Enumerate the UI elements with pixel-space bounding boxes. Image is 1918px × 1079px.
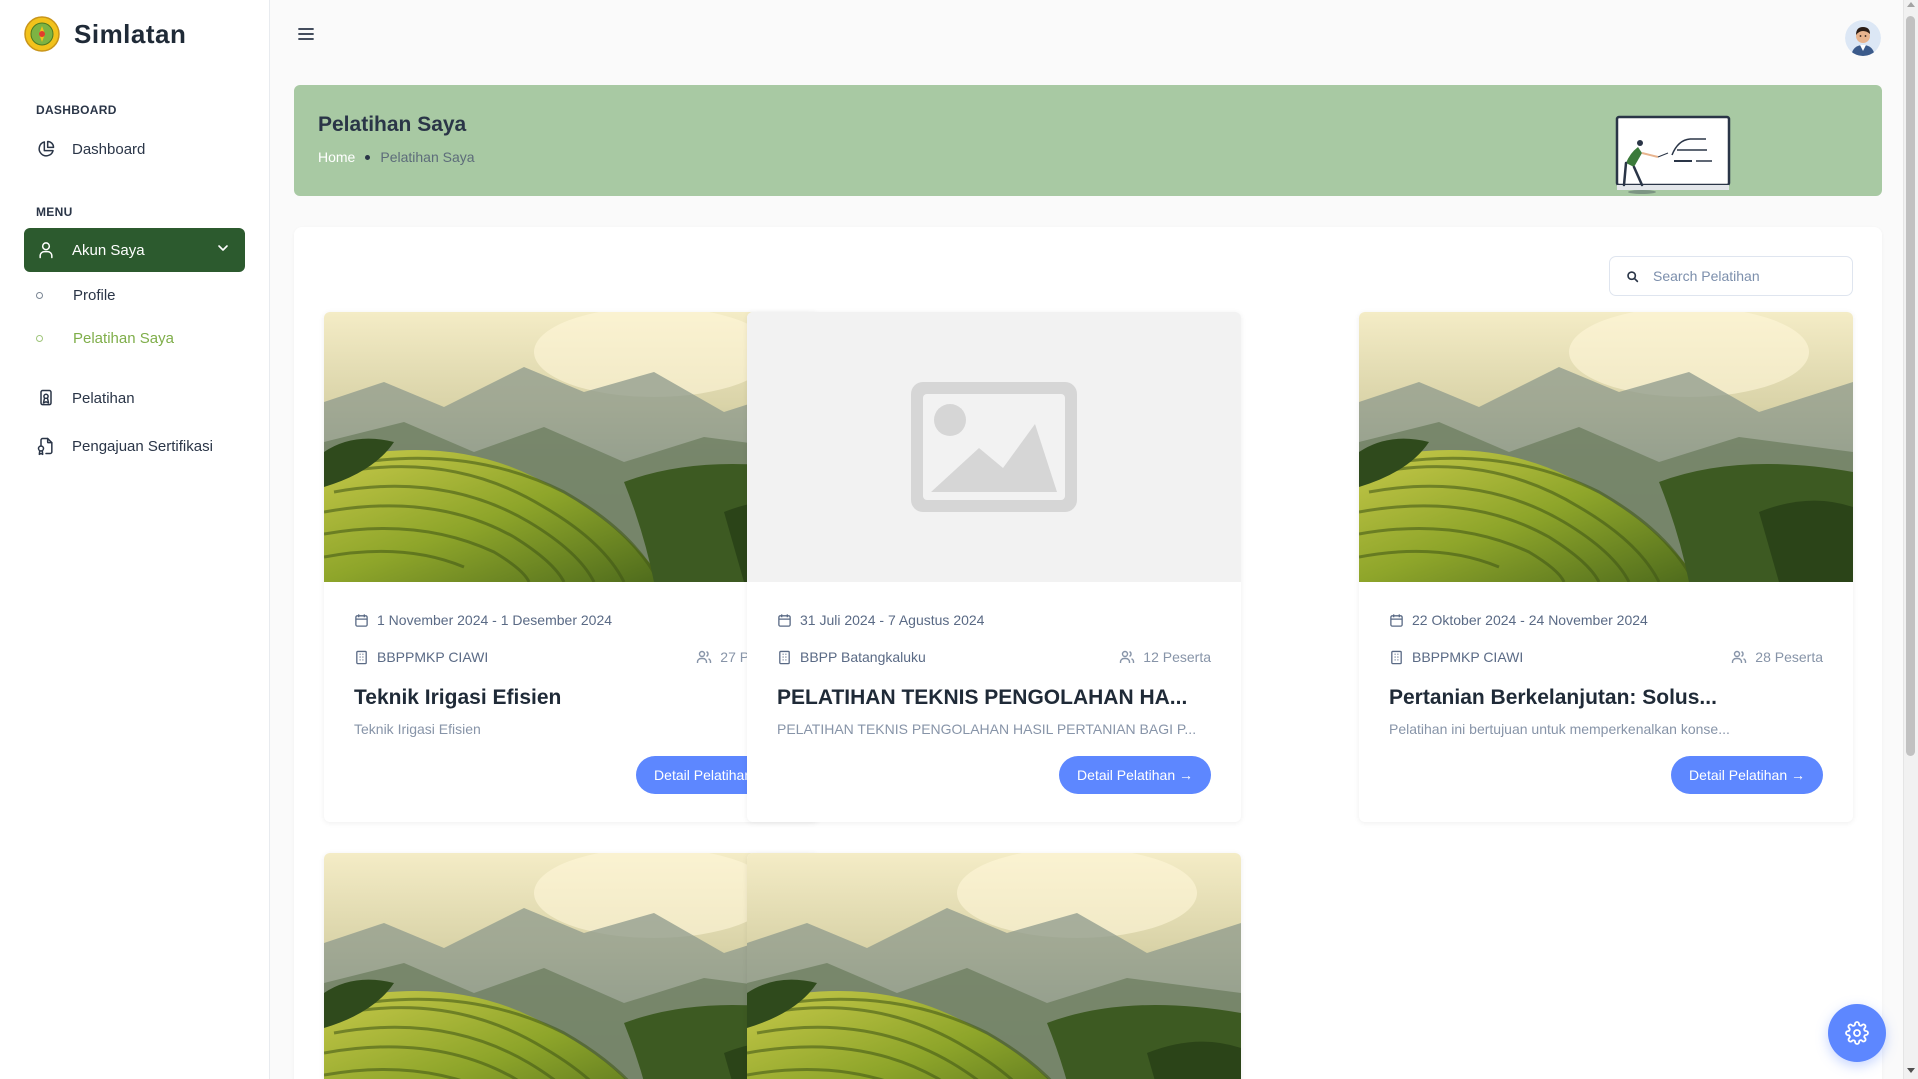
sidebar-subitem-label: Pelatihan Saya: [73, 330, 174, 347]
training-institution: BBPP Batangkaluku: [777, 649, 926, 665]
training-participants: 28 Peserta: [1731, 649, 1823, 665]
bullet-icon: [36, 292, 43, 299]
dashboard-caption: DASHBOARD: [36, 103, 117, 117]
pie-chart-icon: [38, 140, 55, 157]
breadcrumb-home-link[interactable]: Home: [318, 149, 355, 165]
settings-fab[interactable]: [1828, 1004, 1886, 1062]
gear-icon: [1845, 1021, 1869, 1045]
training-date-text: 22 Oktober 2024 - 24 November 2024: [1412, 612, 1648, 628]
training-date: 31 Juli 2024 - 7 Agustus 2024: [777, 612, 984, 628]
logo-icon: [24, 16, 60, 52]
training-description: Pelatihan ini bertujuan untuk memperkena…: [1389, 721, 1730, 737]
breadcrumb-current: Pelatihan Saya: [380, 149, 475, 165]
users-icon: [1732, 650, 1747, 663]
sidebar-item-pelatihan[interactable]: Pelatihan: [24, 376, 245, 420]
building-icon: [1391, 650, 1402, 664]
training-image: [747, 853, 1241, 1079]
brand[interactable]: Simlatan: [24, 16, 186, 52]
search-input[interactable]: [1653, 268, 1833, 284]
building-icon: [779, 650, 790, 664]
user-icon: [39, 242, 53, 259]
sidebar-subitem-profile[interactable]: Profile: [36, 287, 116, 304]
users-icon: [697, 650, 712, 663]
training-image: [1359, 312, 1853, 582]
training-title: Pertanian Berkelanjutan: Solus...: [1389, 686, 1717, 709]
breadcrumb: Home Pelatihan Saya: [318, 149, 475, 165]
training-list-card: 1 November 2024 - 1 Desember 2024 BBPPMK…: [294, 227, 1882, 1079]
training-institution-text: BBPP Batangkaluku: [800, 649, 926, 665]
training-institution-text: BBPPMKP CIAWI: [377, 649, 489, 665]
training-description: Teknik Irigasi Efisien: [354, 721, 481, 737]
sidebar-subitem-pelatihan-saya[interactable]: Pelatihan Saya: [36, 330, 174, 347]
calendar-icon: [778, 613, 791, 627]
file-certificate-icon: [37, 437, 53, 456]
sidebar-item-dashboard[interactable]: Dashboard: [24, 127, 245, 171]
calendar-icon: [1390, 613, 1403, 627]
scroll-up-arrow-icon[interactable]: [1907, 2, 1915, 7]
training-title: Teknik Irigasi Efisien: [354, 686, 562, 709]
training-card: 1 November 2024 - 1 Desember 2024 BBPPMK…: [324, 312, 818, 822]
participants-count: 12 Peserta: [1143, 649, 1211, 665]
training-institution: BBPPMKP CIAWI: [354, 649, 488, 665]
sidebar-item-label: Pelatihan: [72, 389, 135, 407]
image-placeholder-icon: [747, 312, 1241, 582]
training-institution: BBPPMKP CIAWI: [1389, 649, 1523, 665]
sidebar-item-pengajuan-sertifikasi[interactable]: Pengajuan Sertifikasi: [24, 424, 245, 468]
search-box[interactable]: [1609, 256, 1853, 296]
training-title: PELATIHAN TEKNIS PENGOLAHAN HA...: [777, 686, 1188, 709]
calendar-icon: [355, 613, 368, 627]
breadcrumb-separator: [365, 154, 371, 160]
building-icon: [356, 650, 367, 664]
training-card: [747, 853, 1241, 1079]
training-image: [324, 853, 818, 1079]
participants-count: 28 Peserta: [1755, 649, 1823, 665]
avatar[interactable]: [1845, 20, 1881, 56]
training-date-text: 31 Juli 2024 - 7 Agustus 2024: [800, 612, 985, 628]
sidebar-item-akun-saya[interactable]: Akun Saya: [24, 228, 245, 272]
sidebar: Simlatan DASHBOARD Dashboard MENU Akun S…: [0, 0, 270, 1079]
sidebar-item-label: Pengajuan Sertifikasi: [72, 437, 213, 455]
training-card: [324, 853, 818, 1079]
training-card: 22 Oktober 2024 - 24 November 2024 BBPPM…: [1359, 312, 1853, 822]
training-description: PELATIHAN TEKNIS PENGOLAHAN HASIL PERTAN…: [777, 721, 1197, 737]
page-title: Pelatihan Saya: [318, 113, 467, 136]
chevron-down-icon: [218, 245, 228, 251]
training-date-text: 1 November 2024 - 1 Desember 2024: [377, 612, 613, 628]
detail-pelatihan-button[interactable]: Detail Pelatihan →: [1671, 756, 1823, 794]
training-institution-text: BBPPMKP CIAWI: [1412, 649, 1524, 665]
users-icon: [1120, 650, 1135, 663]
training-card: 31 Juli 2024 - 7 Agustus 2024 BBPP Batan…: [747, 312, 1241, 822]
menu-toggle-icon[interactable]: [296, 24, 316, 44]
bullet-icon: [36, 335, 43, 342]
certificate-icon: [40, 389, 52, 406]
page-header-banner: Pelatihan Saya Home Pelatihan Saya: [294, 85, 1882, 196]
detail-pelatihan-button[interactable]: Detail Pelatihan →: [1059, 756, 1211, 794]
sidebar-item-label: Akun Saya: [72, 241, 145, 259]
training-participants: 12 Peserta: [1119, 649, 1211, 665]
training-image: [324, 312, 818, 582]
scroll-down-arrow-icon[interactable]: [1907, 1068, 1915, 1073]
menu-caption: MENU: [36, 205, 73, 219]
sidebar-item-label: Dashboard: [72, 140, 146, 158]
training-date: 1 November 2024 - 1 Desember 2024: [354, 612, 612, 628]
user-avatar-icon: [1845, 20, 1881, 56]
sidebar-subitem-label: Profile: [73, 287, 116, 304]
presentation-illustration-icon: [1615, 115, 1731, 194]
app-name: Simlatan: [74, 18, 187, 49]
search-icon: [1627, 270, 1639, 282]
scrollbar-thumb[interactable]: [1906, 16, 1915, 756]
training-date: 22 Oktober 2024 - 24 November 2024: [1389, 612, 1648, 628]
